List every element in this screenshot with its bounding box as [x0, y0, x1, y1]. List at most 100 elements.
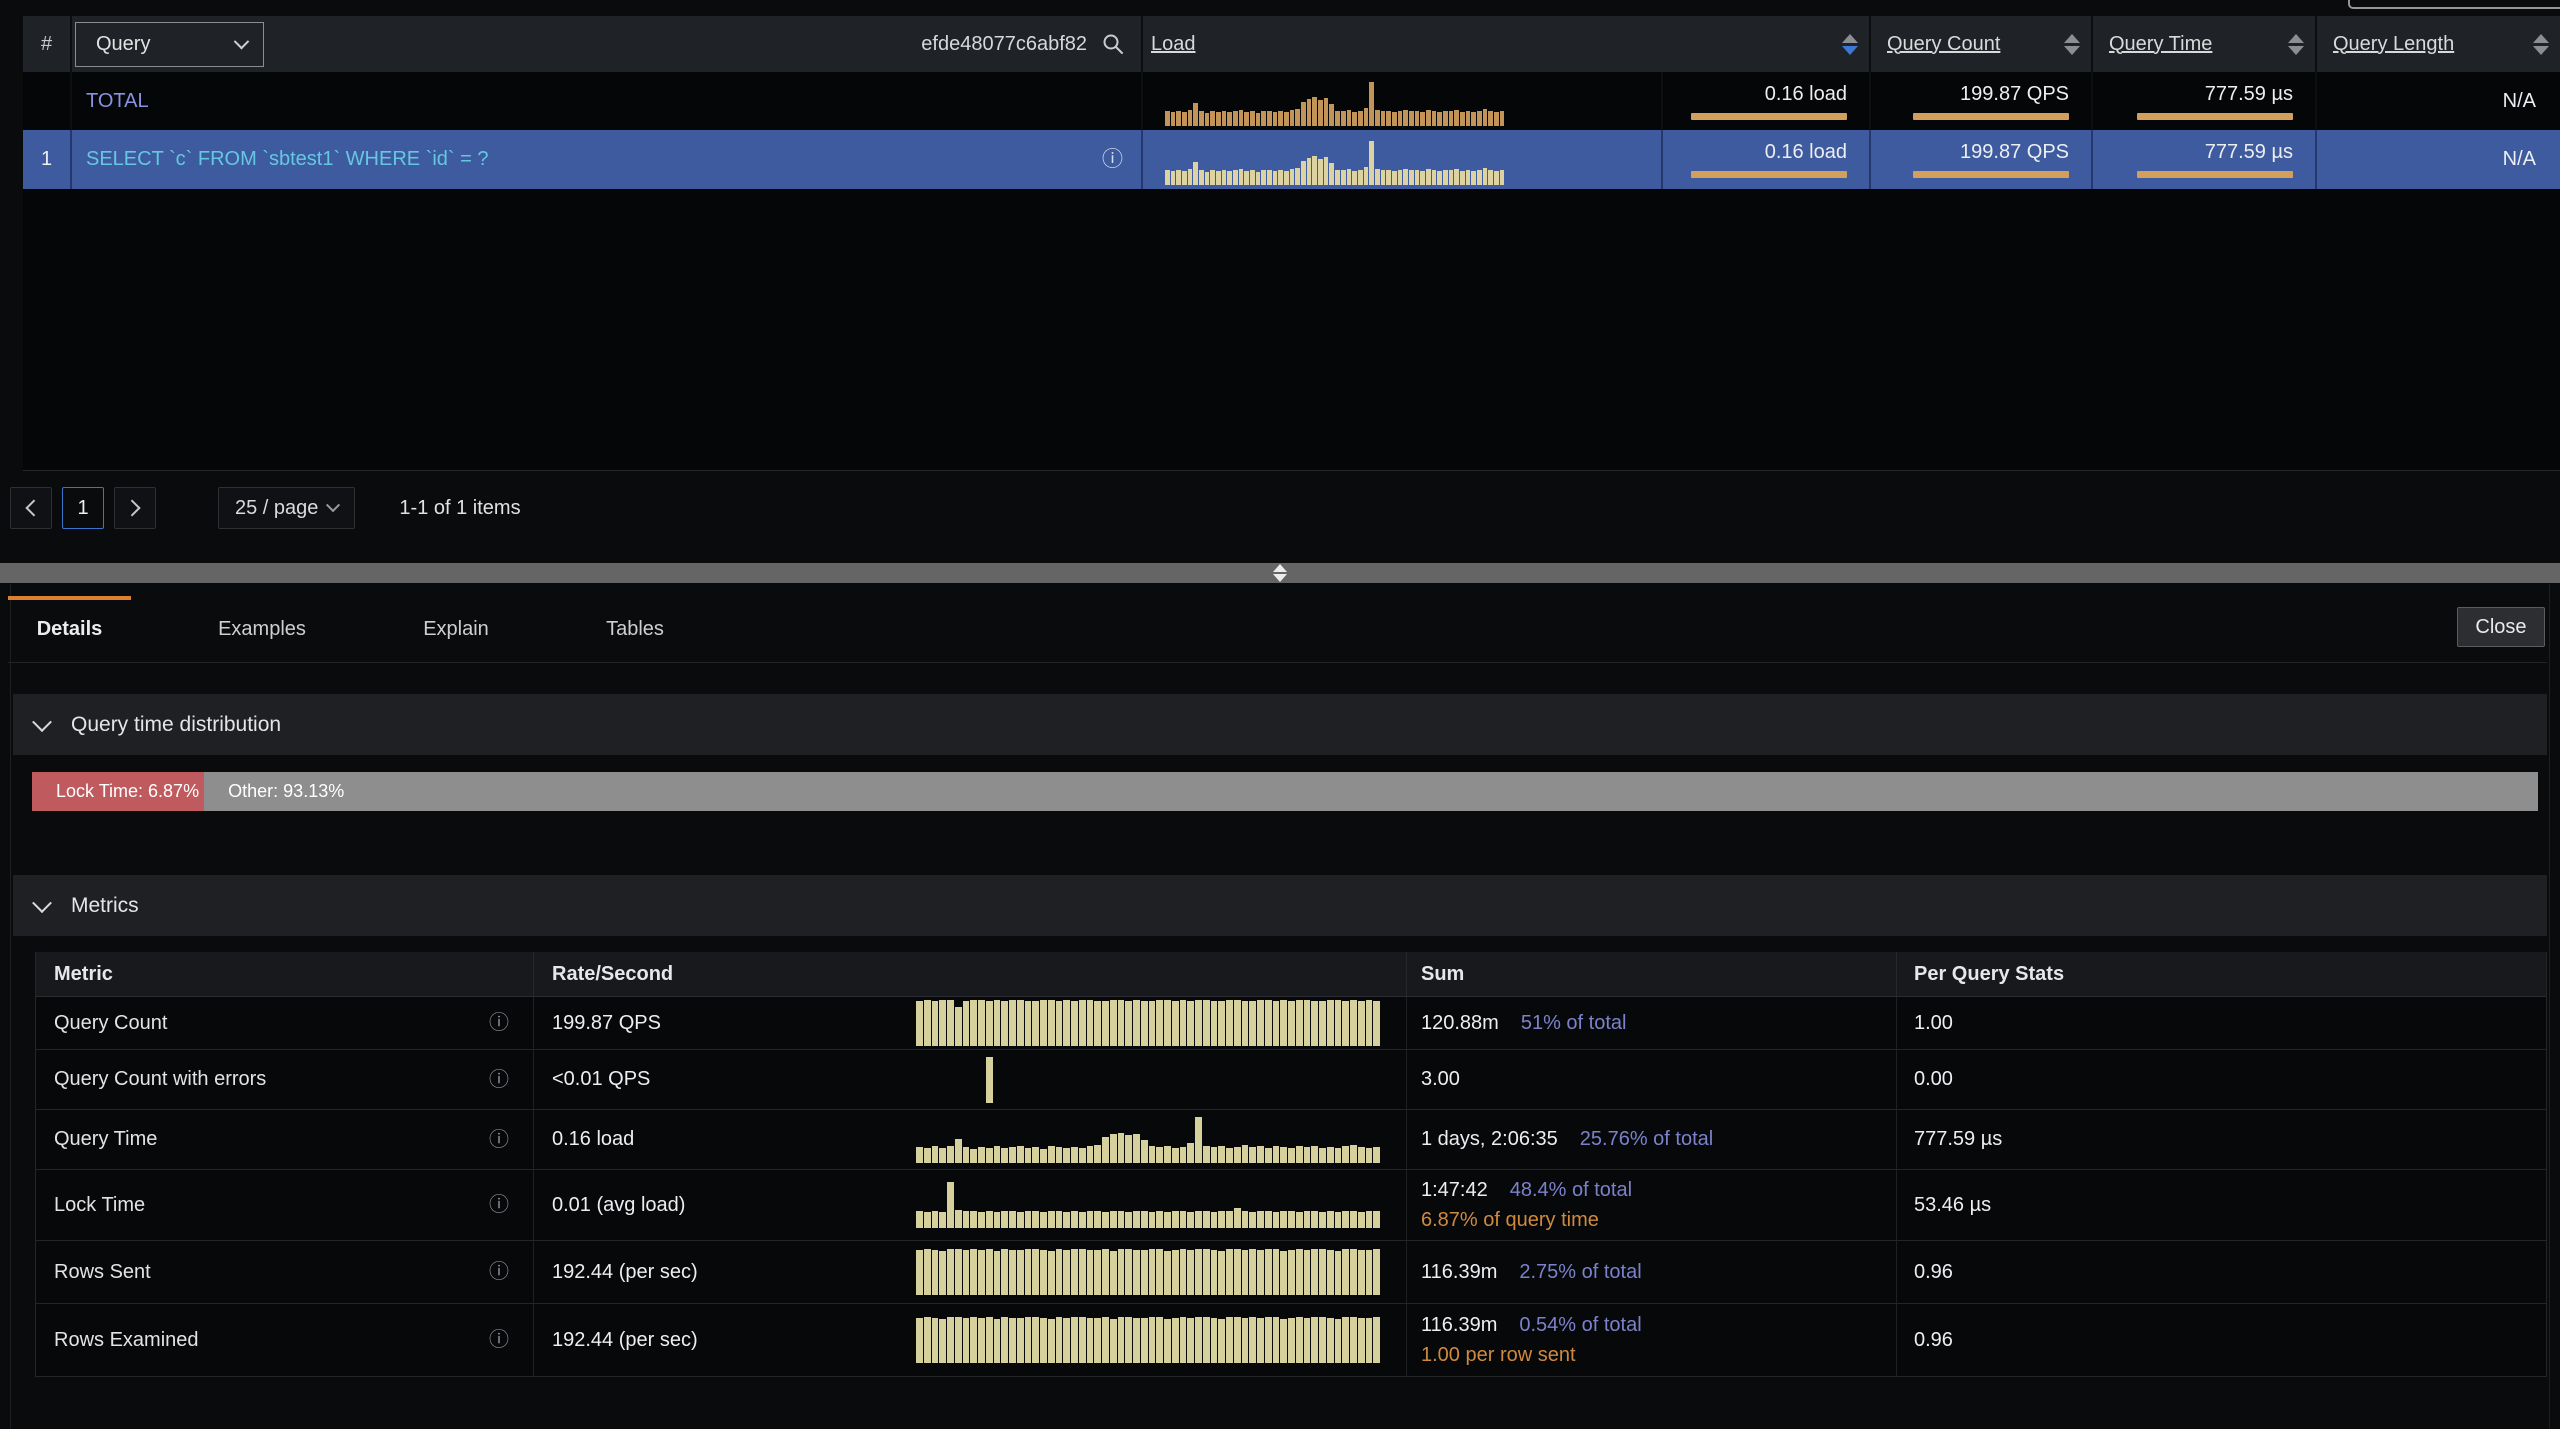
section-title: Metrics — [71, 894, 139, 918]
query-link[interactable]: SELECT `c` FROM `sbtest1` WHERE `id` = ? — [86, 148, 488, 171]
query-time-cell: 777.59 µs — [2093, 72, 2317, 130]
rate-sparkline — [916, 1057, 1381, 1103]
query-count-value: 199.87 QPS — [1960, 141, 2069, 164]
sum-percent-link[interactable]: 25.76% of total — [1580, 1128, 1713, 1151]
collapse-chevron-icon[interactable] — [32, 712, 52, 732]
metric-label: Lock Time — [54, 1194, 145, 1217]
sort-icon-query-count[interactable] — [2064, 34, 2080, 55]
close-button[interactable]: Close — [2457, 607, 2545, 647]
rate-sparkline — [916, 1000, 1381, 1046]
row-number-cell — [23, 72, 72, 130]
pagination: 1 25 / page 1-1 of 1 items — [10, 486, 521, 530]
sum-value: 3.00 — [1421, 1068, 1460, 1091]
metrics-row-query-time: Query Timeⓘ 0.16 load 1 days, 2:06:3525.… — [36, 1110, 2546, 1170]
metrics-row-query-count: Query Countⓘ 199.87 QPS 120.88m51% of to… — [36, 997, 2546, 1050]
tab-explain[interactable]: Explain — [416, 596, 496, 662]
partial-overlay-box — [2348, 0, 2560, 9]
per-query-value: 777.59 µs — [1914, 1128, 2002, 1151]
query-time-distribution-section-header[interactable]: Query time distribution — [13, 694, 2547, 755]
query-length-value: N/A — [2503, 90, 2536, 113]
metrics-table-header: Metric Rate/Second Sum Per Query Stats — [36, 952, 2546, 997]
info-icon[interactable]: ⓘ — [489, 1330, 509, 1350]
sum-percent-link[interactable]: 51% of total — [1521, 1012, 1627, 1035]
per-query-value: 0.00 — [1914, 1068, 1953, 1091]
search-input[interactable]: efde48077c6abf82 — [921, 33, 1087, 56]
column-header-query-length[interactable]: Query Length — [2317, 16, 2560, 72]
page-1-button[interactable]: 1 — [62, 487, 104, 529]
info-icon[interactable]: ⓘ — [489, 1070, 509, 1090]
row-number: 1 — [41, 148, 52, 171]
sort-icon-load[interactable] — [1842, 34, 1858, 55]
tab-details[interactable]: Details — [8, 596, 131, 662]
metrics-col-per-query: Per Query Stats — [1897, 952, 2546, 996]
load-sparkline-cell — [1143, 130, 1663, 189]
collapse-chevron-icon[interactable] — [32, 893, 52, 913]
sum-value: 120.88m — [1421, 1012, 1499, 1035]
metrics-row-lock-time: Lock Timeⓘ 0.01 (avg load) 1:47:4248.4% … — [36, 1170, 2546, 1241]
search-icon[interactable] — [1101, 32, 1125, 56]
metric-label: Query Count with errors — [54, 1068, 266, 1091]
metrics-table: Metric Rate/Second Sum Per Query Stats Q… — [35, 952, 2547, 1377]
sum-note: 6.87% of query time — [1421, 1209, 1599, 1232]
section-title: Query time distribution — [71, 713, 281, 737]
query-time-distribution-bar: Lock Time: 6.87% Other: 93.13% — [32, 772, 2538, 811]
info-icon[interactable]: ⓘ — [489, 1195, 509, 1215]
table-row-total[interactable]: TOTAL 0.16 load 199.87 QPS 777.59 µs N/A — [23, 72, 2560, 130]
column-header-load[interactable]: Load — [1143, 16, 1871, 72]
rate-value: <0.01 QPS — [552, 1068, 650, 1091]
column-header-query-time[interactable]: Query Time — [2093, 16, 2317, 72]
search-area: efde48077c6abf82 — [921, 32, 1141, 56]
next-page-button[interactable] — [114, 487, 156, 529]
metrics-row-query-count-errors: Query Count with errorsⓘ <0.01 QPS 3.00 … — [36, 1050, 2546, 1110]
query-time-value: 777.59 µs — [2205, 141, 2293, 164]
number-header-label: # — [41, 33, 52, 56]
metrics-row-rows-examined: Rows Examinedⓘ 192.44 (per sec) 116.39m0… — [36, 1304, 2546, 1376]
row-number-cell: 1 — [23, 130, 72, 189]
info-icon[interactable]: ⓘ — [1102, 149, 1123, 170]
sort-icon-query-length[interactable] — [2533, 34, 2549, 55]
query-count-column-label[interactable]: Query Count — [1887, 33, 2000, 56]
info-icon[interactable]: ⓘ — [489, 1013, 509, 1033]
rate-sparkline — [916, 1317, 1381, 1363]
query-length-cell: N/A — [2317, 130, 2560, 189]
column-header-number: # — [23, 16, 72, 72]
total-link[interactable]: TOTAL — [86, 90, 149, 113]
load-value-cell: 0.16 load — [1663, 72, 1871, 130]
chevron-left-icon — [25, 500, 42, 517]
query-time-bar — [2137, 113, 2293, 120]
sum-percent-link[interactable]: 0.54% of total — [1519, 1314, 1641, 1337]
sort-icon-query-time[interactable] — [2288, 34, 2304, 55]
table-empty-area — [23, 189, 2560, 471]
metrics-section-header[interactable]: Metrics — [13, 875, 2547, 936]
page-size-value: 25 / page — [235, 497, 318, 520]
query-count-bar — [1913, 171, 2069, 178]
info-icon[interactable]: ⓘ — [489, 1262, 509, 1282]
per-query-value: 0.96 — [1914, 1329, 1953, 1352]
load-value: 0.16 load — [1765, 141, 1847, 164]
sum-percent-link[interactable]: 48.4% of total — [1510, 1179, 1632, 1202]
sum-value: 1 days, 2:06:35 — [1421, 1128, 1558, 1151]
column-header-query: Query efde48077c6abf82 — [72, 16, 1143, 72]
panel-resize-handle[interactable] — [0, 563, 2560, 583]
rate-sparkline — [916, 1117, 1381, 1163]
query-length-column-label[interactable]: Query Length — [2333, 33, 2454, 56]
metric-label: Query Time — [54, 1128, 157, 1151]
info-icon[interactable]: ⓘ — [489, 1130, 509, 1150]
load-column-label[interactable]: Load — [1151, 33, 1196, 56]
table-row-selected[interactable]: 1 SELECT `c` FROM `sbtest1` WHERE `id` =… — [23, 130, 2560, 189]
page-size-select[interactable]: 25 / page — [218, 487, 355, 529]
query-count-cell: 199.87 QPS — [1871, 130, 2093, 189]
previous-page-button[interactable] — [10, 487, 52, 529]
sum-percent-link[interactable]: 2.75% of total — [1519, 1261, 1641, 1284]
rate-sparkline — [916, 1249, 1381, 1295]
tab-examples[interactable]: Examples — [208, 596, 316, 662]
query-time-column-label[interactable]: Query Time — [2109, 33, 2212, 56]
distribution-segment-lock-time: Lock Time: 6.87% — [32, 772, 204, 811]
load-sparkline — [1165, 141, 1505, 185]
resize-grip-icon — [1273, 564, 1287, 582]
query-length-value: N/A — [2503, 148, 2536, 171]
column-header-query-count[interactable]: Query Count — [1871, 16, 2093, 72]
tab-tables[interactable]: Tables — [599, 596, 671, 662]
metric-label: Query Count — [54, 1012, 167, 1035]
group-by-dropdown[interactable]: Query — [75, 22, 264, 67]
